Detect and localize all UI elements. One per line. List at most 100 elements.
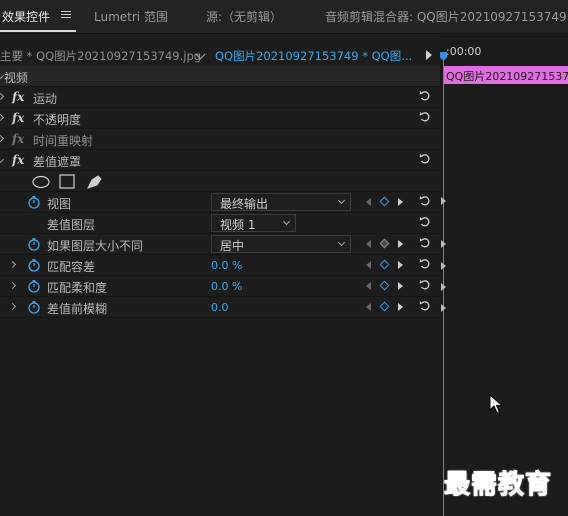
tab-effect-controls[interactable]: 效果控件 bbox=[2, 8, 50, 25]
add-keyframe-icon[interactable] bbox=[379, 280, 390, 291]
keyframe-arrow-icon bbox=[441, 197, 446, 205]
stopwatch-icon[interactable] bbox=[27, 300, 41, 314]
play-icon[interactable] bbox=[426, 50, 432, 60]
property-row-match-tolerance[interactable]: 匹配容差 0.0 % bbox=[0, 255, 440, 276]
keyframe-navigator bbox=[366, 259, 406, 270]
timecode-ruler-label: :00:00 bbox=[446, 45, 482, 58]
chevron-down-icon bbox=[337, 196, 346, 205]
keyframe-navigator bbox=[366, 280, 406, 291]
panel-tab-bar: 效果控件 Lumetri 范围 源:（无剪辑） 音频剪辑混合器: QQ图片202… bbox=[0, 0, 568, 34]
next-keyframe-icon[interactable] bbox=[398, 303, 403, 311]
effect-label: 不透明度 bbox=[33, 113, 82, 127]
stopwatch-icon[interactable] bbox=[27, 279, 41, 293]
timeline-clip-label: QQ图片20210927153749 bbox=[446, 70, 568, 83]
view-dropdown[interactable]: 最终输出 bbox=[211, 193, 351, 211]
tab-source[interactable]: 源:（无剪辑） bbox=[206, 8, 282, 25]
twirl-open-icon[interactable] bbox=[0, 155, 5, 164]
next-keyframe-icon[interactable] bbox=[398, 240, 403, 248]
next-keyframe-icon[interactable] bbox=[398, 282, 403, 290]
property-row-difference-layer[interactable]: 差值图层 视频 1 bbox=[0, 213, 440, 234]
master-clip-label[interactable]: 主要 * QQ图片20210927153749.jpg bbox=[0, 48, 201, 64]
fx-icon[interactable]: fx bbox=[12, 90, 24, 104]
property-row-layer-size-differ[interactable]: 如果图层大小不同 居中 bbox=[0, 234, 440, 255]
effect-row-motion[interactable]: fx 运动 bbox=[0, 87, 440, 108]
fx-icon: fx bbox=[12, 132, 25, 146]
reset-icon[interactable] bbox=[419, 111, 431, 123]
effect-row-difference-matte[interactable]: fx 差值遮罩 bbox=[0, 150, 440, 171]
active-tab-indicator bbox=[0, 30, 76, 32]
reset-icon[interactable] bbox=[419, 279, 431, 291]
reset-icon[interactable] bbox=[419, 90, 431, 102]
keyframe-arrow-icon bbox=[441, 304, 446, 312]
property-label: 差值图层 bbox=[47, 218, 96, 232]
difference-layer-dropdown[interactable]: 视频 1 bbox=[211, 214, 296, 232]
twirl-closed-icon[interactable] bbox=[8, 302, 17, 311]
dropdown-value: 最终输出 bbox=[220, 197, 269, 211]
mask-tools-row bbox=[0, 171, 440, 192]
rectangle-mask-icon[interactable] bbox=[59, 174, 75, 189]
twirl-closed-icon[interactable] bbox=[8, 281, 17, 290]
sequence-clip-label[interactable]: QQ图片20210927153749 * QQ图... bbox=[215, 48, 412, 64]
tab-lumetri-scopes[interactable]: Lumetri 范围 bbox=[94, 8, 168, 25]
mini-timeline[interactable]: :00:00 QQ图片20210927153749 bbox=[440, 34, 568, 516]
twirl-closed-icon[interactable] bbox=[0, 134, 5, 143]
next-keyframe-icon[interactable] bbox=[398, 261, 403, 269]
add-keyframe-icon[interactable] bbox=[379, 196, 390, 207]
ellipse-mask-icon[interactable] bbox=[32, 175, 50, 189]
pen-mask-icon[interactable] bbox=[87, 175, 102, 189]
reset-icon[interactable] bbox=[419, 258, 431, 270]
property-label: 匹配柔和度 bbox=[47, 281, 108, 295]
property-label: 如果图层大小不同 bbox=[47, 239, 144, 253]
match-softness-value[interactable]: 0.0 % bbox=[211, 280, 242, 293]
section-label: 视频 bbox=[4, 71, 29, 85]
effect-controls-list: 视频 fx 运动 fx 不透明度 fx 时间重映射 fx 差值遮罩 视图 最终输… bbox=[0, 66, 440, 318]
dropdown-value: 视频 1 bbox=[220, 218, 256, 232]
watermark: 最需教育 bbox=[443, 470, 553, 501]
layer-size-dropdown[interactable]: 居中 bbox=[211, 235, 351, 253]
keyframe-arrow-icon bbox=[441, 262, 446, 270]
effect-row-opacity[interactable]: fx 不透明度 bbox=[0, 108, 440, 129]
reset-icon[interactable] bbox=[419, 153, 431, 165]
prev-keyframe-icon[interactable] bbox=[366, 261, 371, 269]
property-row-view[interactable]: 视图 最终输出 bbox=[0, 192, 440, 213]
prev-keyframe-icon[interactable] bbox=[366, 240, 371, 248]
fx-icon[interactable]: fx bbox=[12, 111, 24, 125]
effect-row-time-remap[interactable]: fx 时间重映射 bbox=[0, 129, 440, 150]
keyframe-arrow-icon bbox=[441, 283, 446, 291]
property-row-match-softness[interactable]: 匹配柔和度 0.0 % bbox=[0, 276, 440, 297]
next-keyframe-icon[interactable] bbox=[398, 198, 403, 206]
keyframe-navigator bbox=[366, 238, 406, 249]
add-keyframe-icon[interactable] bbox=[379, 238, 390, 249]
prev-keyframe-icon[interactable] bbox=[366, 198, 371, 206]
timeline-clip[interactable]: QQ图片20210927153749 bbox=[444, 66, 568, 84]
twirl-closed-icon[interactable] bbox=[0, 113, 5, 122]
hamburger-menu-icon[interactable] bbox=[61, 9, 71, 21]
property-row-blur-before-difference[interactable]: 差值前模糊 0.0 bbox=[0, 297, 440, 318]
add-keyframe-icon[interactable] bbox=[379, 259, 390, 270]
tab-audio-clip-mixer[interactable]: 音频剪辑混合器: QQ图片20210927153749 bbox=[325, 8, 567, 25]
dropdown-value: 居中 bbox=[220, 239, 245, 253]
twirl-closed-icon[interactable] bbox=[0, 92, 5, 101]
fx-icon[interactable]: fx bbox=[12, 153, 24, 167]
stopwatch-icon[interactable] bbox=[27, 237, 41, 251]
match-tolerance-value[interactable]: 0.0 % bbox=[211, 259, 242, 272]
playhead-handle[interactable] bbox=[440, 52, 447, 61]
blur-before-difference-value[interactable]: 0.0 bbox=[211, 301, 229, 314]
prev-keyframe-icon[interactable] bbox=[366, 282, 371, 290]
twirl-closed-icon[interactable] bbox=[8, 260, 17, 269]
reset-icon[interactable] bbox=[419, 216, 431, 228]
add-keyframe-icon[interactable] bbox=[379, 301, 390, 312]
chevron-down-icon bbox=[337, 238, 346, 247]
reset-icon[interactable] bbox=[419, 195, 431, 207]
property-label: 视图 bbox=[47, 197, 72, 211]
effect-label: 运动 bbox=[33, 92, 58, 106]
stopwatch-icon[interactable] bbox=[27, 195, 41, 209]
property-label: 匹配容差 bbox=[47, 260, 96, 274]
reset-icon[interactable] bbox=[419, 300, 431, 312]
mask-tools bbox=[32, 174, 102, 189]
reset-icon[interactable] bbox=[419, 237, 431, 249]
keyframe-arrow-icon bbox=[441, 240, 446, 248]
stopwatch-icon[interactable] bbox=[27, 258, 41, 272]
video-section-header[interactable]: 视频 bbox=[0, 66, 440, 87]
prev-keyframe-icon[interactable] bbox=[366, 303, 371, 311]
